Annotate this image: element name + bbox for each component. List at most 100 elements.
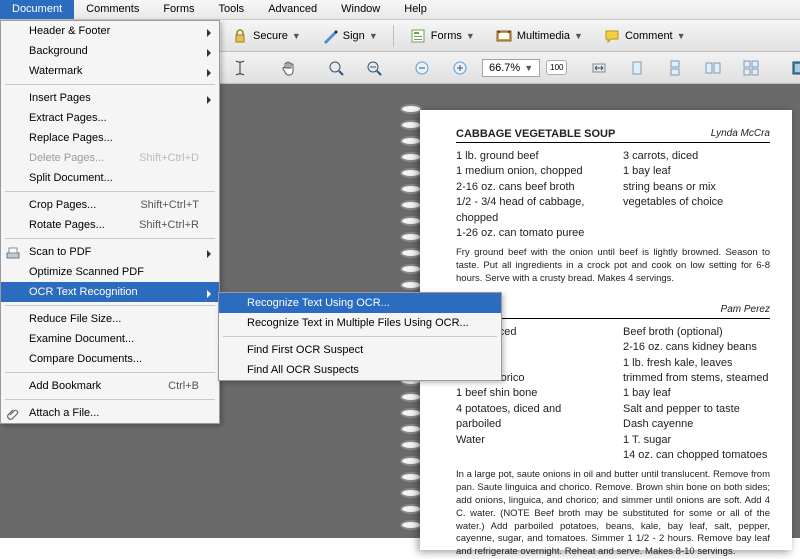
menu-forms[interactable]: Forms bbox=[151, 0, 206, 19]
secure-button[interactable]: Secure▼ bbox=[224, 24, 308, 48]
chevron-down-icon: ▼ bbox=[369, 31, 378, 41]
fit-width-button[interactable] bbox=[583, 56, 615, 80]
continuous-button[interactable] bbox=[659, 56, 691, 80]
separator bbox=[5, 305, 215, 306]
ibeam-icon bbox=[231, 59, 249, 77]
submenu-recognize-text[interactable]: Recognize Text Using OCR... bbox=[219, 293, 501, 313]
menu-comments[interactable]: Comments bbox=[74, 0, 151, 19]
menu-compare-documents[interactable]: Compare Documents... bbox=[1, 349, 219, 369]
submenu-find-all-suspects[interactable]: Find All OCR Suspects bbox=[219, 360, 501, 380]
recipe-author: Pam Perez bbox=[721, 304, 770, 316]
menu-crop-pages[interactable]: Crop Pages...Shift+Ctrl+T bbox=[1, 195, 219, 215]
menu-window[interactable]: Window bbox=[329, 0, 392, 19]
hand-icon bbox=[279, 59, 297, 77]
menu-ocr-text-recognition[interactable]: OCR Text Recognition bbox=[1, 282, 219, 302]
shortcut-label: Ctrl+B bbox=[168, 380, 199, 392]
zoom-minus-button[interactable] bbox=[406, 56, 438, 80]
menu-split-document[interactable]: Split Document... bbox=[1, 168, 219, 188]
document-menu-dropdown: Header & Footer Background Watermark Ins… bbox=[0, 20, 220, 424]
menubar: Document Comments Forms Tools Advanced W… bbox=[0, 0, 800, 20]
separator bbox=[223, 336, 497, 337]
submenu-arrow-icon bbox=[207, 290, 211, 298]
chevron-down-icon: ▼ bbox=[677, 31, 686, 41]
chevron-down-icon: ▼ bbox=[466, 31, 475, 41]
scanner-icon bbox=[5, 245, 21, 261]
zoom-plus-button[interactable] bbox=[444, 56, 476, 80]
comment-label: Comment bbox=[625, 30, 673, 42]
minus-icon bbox=[413, 59, 431, 77]
forms-button[interactable]: Forms ▼ bbox=[402, 24, 482, 48]
recipe-instructions: In a large pot, saute onions in oil and … bbox=[456, 469, 770, 559]
recipe-2: SOUPPam Perez nions, slicedoilguica1/2 l… bbox=[456, 304, 770, 559]
zoom-value: 66.7% bbox=[489, 62, 520, 74]
menu-optimize-scanned[interactable]: Optimize Scanned PDF bbox=[1, 262, 219, 282]
chevron-down-icon: ▼ bbox=[574, 31, 583, 41]
menu-insert-pages[interactable]: Insert Pages bbox=[1, 88, 219, 108]
sign-button[interactable]: Sign▼ bbox=[314, 24, 385, 48]
zoom-out-icon bbox=[365, 59, 383, 77]
hand-tool[interactable] bbox=[272, 56, 304, 80]
submenu-arrow-icon bbox=[207, 29, 211, 37]
ingredients-col1: 1 lb. ground beef1 medium onion, chopped… bbox=[456, 149, 603, 241]
page-icon bbox=[628, 59, 646, 77]
two-up-continuous-button[interactable] bbox=[735, 56, 767, 80]
menu-rotate-pages[interactable]: Rotate Pages...Shift+Ctrl+R bbox=[1, 215, 219, 235]
separator bbox=[5, 238, 215, 239]
submenu-arrow-icon bbox=[207, 69, 211, 77]
menu-watermark[interactable]: Watermark bbox=[1, 61, 219, 81]
ocr-submenu: Recognize Text Using OCR... Recognize Te… bbox=[218, 292, 502, 381]
forms-label: Forms bbox=[431, 30, 462, 42]
submenu-arrow-icon bbox=[207, 49, 211, 57]
menu-reduce-file-size[interactable]: Reduce File Size... bbox=[1, 309, 219, 329]
shortcut-label: Shift+Ctrl+T bbox=[140, 199, 199, 211]
comment-button[interactable]: Comment ▼ bbox=[596, 24, 693, 48]
text-select-tool[interactable] bbox=[224, 56, 256, 80]
menu-advanced[interactable]: Advanced bbox=[256, 0, 329, 19]
submenu-find-first-suspect[interactable]: Find First OCR Suspect bbox=[219, 340, 501, 360]
submenu-arrow-icon bbox=[207, 250, 211, 258]
menu-add-bookmark[interactable]: Add BookmarkCtrl+B bbox=[1, 376, 219, 396]
fullscreen-icon bbox=[790, 59, 800, 77]
multimedia-button[interactable]: Multimedia ▼ bbox=[488, 24, 590, 48]
comment-icon bbox=[603, 27, 621, 45]
submenu-recognize-multiple[interactable]: Recognize Text in Multiple Files Using O… bbox=[219, 313, 501, 333]
two-up-button[interactable] bbox=[697, 56, 729, 80]
separator bbox=[5, 399, 215, 400]
plus-icon bbox=[451, 59, 469, 77]
menu-attach-file[interactable]: Attach a File... bbox=[1, 403, 219, 423]
menu-tools[interactable]: Tools bbox=[207, 0, 257, 19]
single-page-button[interactable] bbox=[621, 56, 653, 80]
chevron-down-icon: ▼ bbox=[524, 63, 533, 73]
recipe-author: Lynda McCra bbox=[711, 128, 770, 140]
two-page-icon bbox=[704, 59, 722, 77]
submenu-arrow-icon bbox=[207, 96, 211, 104]
menu-background[interactable]: Background bbox=[1, 41, 219, 61]
zoom-out-button[interactable] bbox=[358, 56, 390, 80]
menu-help[interactable]: Help bbox=[392, 0, 439, 19]
zoom-level-box[interactable]: 66.7% ▼ bbox=[482, 59, 540, 77]
lock-icon bbox=[231, 27, 249, 45]
separator bbox=[393, 25, 394, 47]
ingredients-col2: 3 carrots, diced1 bay leafstring beans o… bbox=[623, 149, 770, 241]
shortcut-label: Shift+Ctrl+D bbox=[139, 152, 199, 164]
film-icon bbox=[495, 27, 513, 45]
recipe-title: CABBAGE VEGETABLE SOUP bbox=[456, 128, 615, 140]
secure-label: Secure bbox=[253, 30, 288, 42]
pen-icon bbox=[321, 27, 339, 45]
fullscreen-button[interactable] bbox=[783, 56, 800, 80]
separator bbox=[5, 191, 215, 192]
ingredients-col2: Beef broth (optional)2-16 oz. cans kidne… bbox=[623, 325, 770, 464]
magnify-icon bbox=[327, 59, 345, 77]
zoom-100-label: 100 bbox=[550, 63, 563, 72]
zoom-100-button[interactable]: 100 bbox=[546, 60, 567, 75]
menu-examine-document[interactable]: Examine Document... bbox=[1, 329, 219, 349]
menu-header-footer[interactable]: Header & Footer bbox=[1, 21, 219, 41]
marquee-zoom[interactable] bbox=[320, 56, 352, 80]
recipe-instructions: Fry ground beef with the onion until bee… bbox=[456, 247, 770, 285]
shortcut-label: Shift+Ctrl+R bbox=[139, 219, 199, 231]
menu-document[interactable]: Document bbox=[0, 0, 74, 19]
menu-scan-to-pdf[interactable]: Scan to PDF bbox=[1, 242, 219, 262]
menu-replace-pages[interactable]: Replace Pages... bbox=[1, 128, 219, 148]
menu-extract-pages[interactable]: Extract Pages... bbox=[1, 108, 219, 128]
multimedia-label: Multimedia bbox=[517, 30, 570, 42]
